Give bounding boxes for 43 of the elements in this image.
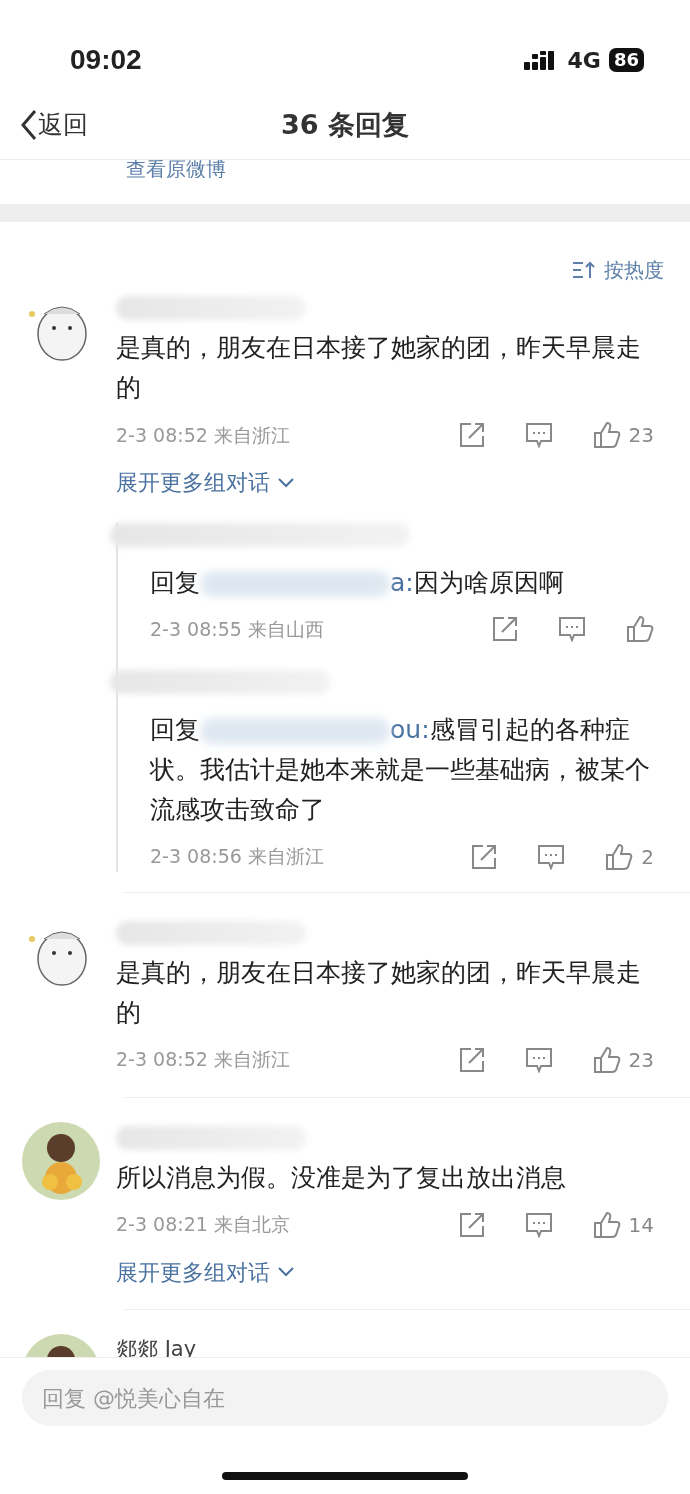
comment-meta: 2-3 08:55 来自山西	[150, 617, 324, 642]
comment-text: 所以消息为假。没准是为了复出放出消息	[116, 1161, 567, 1194]
thumbs-up-icon	[592, 1045, 621, 1074]
like-button[interactable]: 2	[605, 841, 654, 872]
expand-link[interactable]: 展开更多组对话	[116, 466, 294, 499]
comment-text: 是真的，朋友在日本接了她家的团，昨天早晨走的	[116, 956, 642, 1029]
reply-text: 回复 a:因为啥原因啊	[150, 567, 565, 599]
comment-icon[interactable]	[524, 1211, 553, 1238]
comment-icon[interactable]	[524, 422, 553, 448]
comment-icon[interactable]	[558, 616, 586, 643]
sort-icon	[572, 260, 596, 280]
like-button[interactable]: 23	[592, 1044, 654, 1075]
sort-button[interactable]: 按热度	[572, 248, 664, 292]
share-icon[interactable]	[471, 843, 498, 870]
share-icon[interactable]	[458, 1046, 485, 1073]
expand-link[interactable]: 展开更多组对话	[116, 1255, 294, 1289]
thumbs-up-icon	[592, 421, 621, 449]
thumbs-up-icon	[605, 842, 634, 871]
like-button[interactable]: 23	[592, 420, 654, 450]
thumbs-up-icon	[592, 1210, 621, 1239]
chevron-down-icon	[278, 477, 294, 488]
share-icon[interactable]	[458, 422, 485, 448]
comment-icon[interactable]	[524, 1046, 553, 1073]
page-title: 36 条回复	[281, 108, 409, 143]
like-button[interactable]: 14	[592, 1209, 654, 1240]
comment-text: 是真的，朋友在日本接了她家的团，昨天早晨走的	[116, 332, 642, 404]
reply-input[interactable]: 回复 @悦美心自在	[22, 1370, 668, 1426]
battery-level: 86	[608, 48, 644, 72]
share-icon[interactable]	[492, 616, 518, 643]
comment-meta: 2-3 08:52 来自浙江	[116, 1047, 290, 1073]
share-icon[interactable]	[458, 1211, 485, 1238]
like-button[interactable]	[626, 615, 654, 644]
back-icon	[20, 108, 38, 141]
back-button[interactable]: 返回	[20, 106, 88, 144]
clock-time: 09:02	[70, 43, 142, 77]
comment-meta: 2-3 08:21 来自北京	[116, 1212, 290, 1238]
chevron-down-icon	[278, 1267, 294, 1277]
comment-meta: 2-3 08:56 来自浙江	[150, 844, 324, 870]
reply-text: 回复 ou:感冒引起的各种症状。我估计是她本来就是一些基础病，被某个流感攻击致命了	[150, 713, 651, 826]
network-label: 4G	[567, 46, 601, 75]
comment-icon[interactable]	[537, 843, 566, 870]
thumbs-up-icon	[626, 615, 654, 644]
comment-meta: 2-3 08:52 来自浙江	[116, 422, 290, 448]
